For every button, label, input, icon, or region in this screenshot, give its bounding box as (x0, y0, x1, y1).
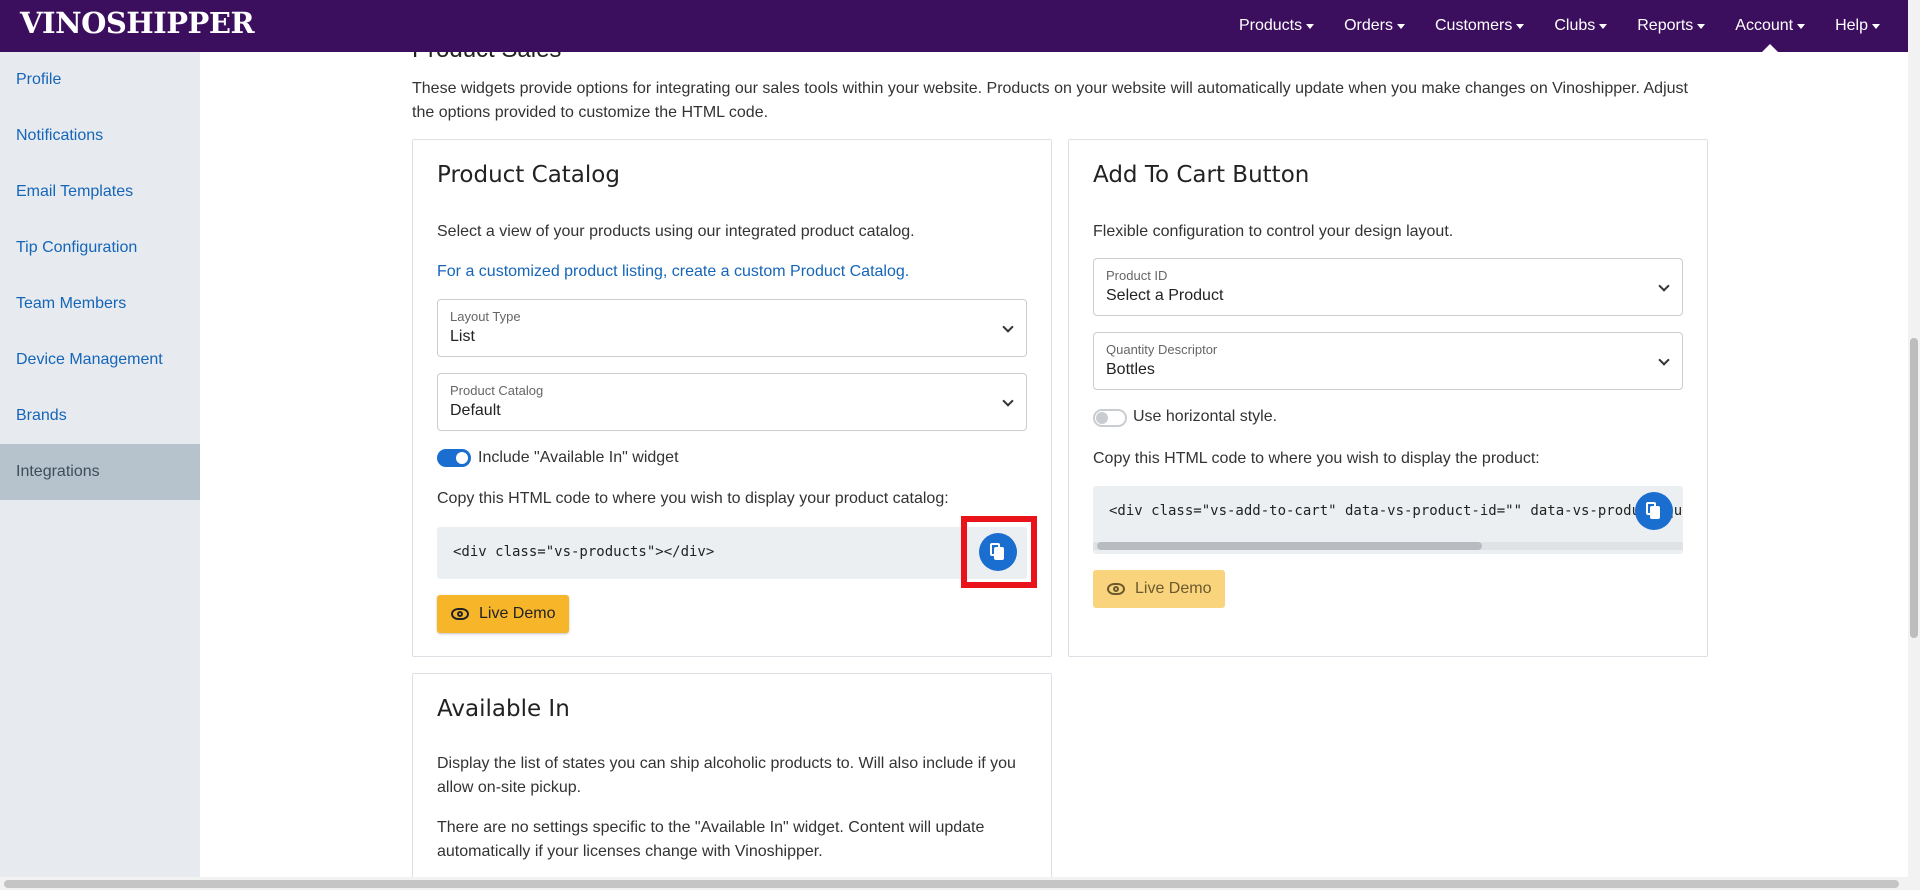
available-in-card: Available In Display the list of states … (412, 673, 1052, 877)
vinoshipper-logo[interactable]: VINOSHIPPER (20, 6, 255, 40)
sidebar-item-profile[interactable]: Profile (0, 52, 200, 108)
product-catalog-card: Product Catalog Select a view of your pr… (412, 139, 1052, 657)
custom-catalog-link-text: For a customized product listing, create… (437, 260, 909, 284)
product-id-value: Select a Product (1106, 287, 1224, 304)
section-intro: These widgets provide options for integr… (412, 80, 1688, 121)
quantity-descriptor-select[interactable]: Quantity Descriptor Bottles (1093, 332, 1683, 390)
nav-clubs-label: Clubs (1554, 17, 1596, 34)
chevron-down-icon (1872, 23, 1880, 29)
card-title: Add To Cart Button (1093, 162, 1310, 188)
scrollbar-thumb[interactable] (4, 880, 1899, 888)
main-menu: Products Orders Customers Clubs Reports … (1209, 0, 1880, 52)
code-scrollbar-thumb[interactable] (1097, 542, 1482, 550)
product-catalog-value: Default (450, 402, 501, 419)
copy-cart-code-button[interactable] (1635, 492, 1673, 530)
cart-code: <div class="vs-add-to-cart" data-vs-prod… (1109, 503, 1683, 519)
page-vertical-scrollbar[interactable] (1908, 0, 1920, 890)
quantity-descriptor-value: Bottles (1106, 361, 1155, 378)
card-note: There are no settings specific to the "A… (437, 819, 985, 860)
card-description: Flexible configuration to control your d… (1093, 223, 1454, 240)
chevron-down-icon (1797, 23, 1806, 29)
live-demo-label: Live Demo (479, 605, 556, 622)
available-in-toggle[interactable] (437, 449, 471, 467)
card-description: Display the list of states you can ship … (437, 755, 1016, 796)
main-content: Product Sales These widgets provide opti… (200, 52, 1920, 877)
horizontal-style-toggle[interactable] (1093, 409, 1127, 427)
eye-icon (1107, 583, 1125, 595)
chevron-down-icon (1697, 23, 1706, 29)
add-to-cart-card: Add To Cart Button Flexible configuratio… (1068, 139, 1708, 657)
chevron-down-icon (1599, 23, 1608, 29)
highlight-box (961, 516, 1037, 588)
nav-help-label: Help (1835, 17, 1868, 34)
sidebar-item-team-members[interactable]: Team Members (0, 276, 200, 332)
account-sidebar: Profile Notifications Email Templates Ti… (0, 52, 200, 890)
layout-type-select[interactable]: Layout Type List (437, 299, 1027, 357)
nav-account[interactable]: Account (1735, 0, 1806, 52)
copy-instructions: Copy this HTML code to where you wish to… (437, 490, 949, 507)
card-title: Available In (437, 696, 570, 722)
card-description: Select a view of your products using our… (437, 223, 915, 240)
nav-clubs[interactable]: Clubs (1554, 0, 1608, 52)
chevron-down-icon (1396, 23, 1405, 29)
product-catalog-label: Product Catalog (450, 383, 544, 398)
custom-catalog-link[interactable]: For a customized product listing, create… (437, 263, 909, 280)
chevron-down-icon (1002, 321, 1014, 333)
available-in-toggle-label: Include "Available In" widget (478, 449, 679, 466)
sidebar-item-integrations[interactable]: Integrations (0, 444, 200, 500)
product-id-select[interactable]: Product ID Select a Product (1093, 258, 1683, 316)
chevron-down-icon (1516, 23, 1525, 29)
toggle-knob (1096, 412, 1108, 424)
nav-reports-label: Reports (1637, 17, 1694, 34)
catalog-code: <div class="vs-products"></div> (453, 544, 715, 560)
section-title: Product Sales (412, 52, 561, 64)
nav-customers-label: Customers (1434, 17, 1513, 34)
scrollbar-thumb[interactable] (1910, 338, 1918, 638)
sidebar-item-notifications[interactable]: Notifications (0, 108, 200, 164)
catalog-live-demo-button[interactable]: Live Demo (437, 595, 570, 633)
nav-reports[interactable]: Reports (1637, 0, 1706, 52)
quantity-descriptor-label: Quantity Descriptor (1106, 342, 1218, 357)
chevron-down-icon (1306, 23, 1315, 29)
eye-icon (451, 608, 469, 620)
nav-orders-label: Orders (1344, 17, 1393, 34)
cart-code-box[interactable]: <div class="vs-add-to-cart" data-vs-prod… (1093, 486, 1683, 554)
toggle-knob (456, 452, 468, 464)
nav-products[interactable]: Products (1238, 0, 1315, 52)
nav-products-label: Products (1238, 17, 1303, 34)
product-id-label: Product ID (1106, 268, 1168, 283)
page-horizontal-scrollbar[interactable] (0, 877, 1920, 890)
nav-account-label: Account (1735, 17, 1794, 34)
sidebar-item-brands[interactable]: Brands (0, 388, 200, 444)
product-catalog-select[interactable]: Product Catalog Default (437, 373, 1027, 431)
card-title: Product Catalog (437, 162, 620, 188)
nav-orders[interactable]: Orders (1344, 0, 1405, 52)
chevron-down-icon (1658, 354, 1670, 366)
catalog-code-box[interactable]: <div class="vs-products"></div> (437, 527, 1027, 579)
sidebar-item-tip-configuration[interactable]: Tip Configuration (0, 220, 200, 276)
live-demo-label: Live Demo (1135, 580, 1212, 597)
horizontal-style-label: Use horizontal style. (1133, 408, 1278, 425)
sidebar-item-email-templates[interactable]: Email Templates (0, 164, 200, 220)
layout-type-value: List (450, 328, 475, 345)
copy-instructions: Copy this HTML code to where you wish to… (1093, 450, 1540, 467)
nav-customers[interactable]: Customers (1434, 0, 1525, 52)
top-navbar: VINOSHIPPER Products Orders Customers Cl… (0, 0, 1920, 52)
nav-help[interactable]: Help (1835, 0, 1880, 52)
layout-type-label: Layout Type (450, 309, 521, 324)
sidebar-item-device-management[interactable]: Device Management (0, 332, 200, 388)
cart-live-demo-button[interactable]: Live Demo (1093, 570, 1226, 608)
chevron-down-icon (1002, 395, 1014, 407)
chevron-down-icon (1658, 280, 1670, 292)
copy-icon-front (1650, 506, 1660, 519)
